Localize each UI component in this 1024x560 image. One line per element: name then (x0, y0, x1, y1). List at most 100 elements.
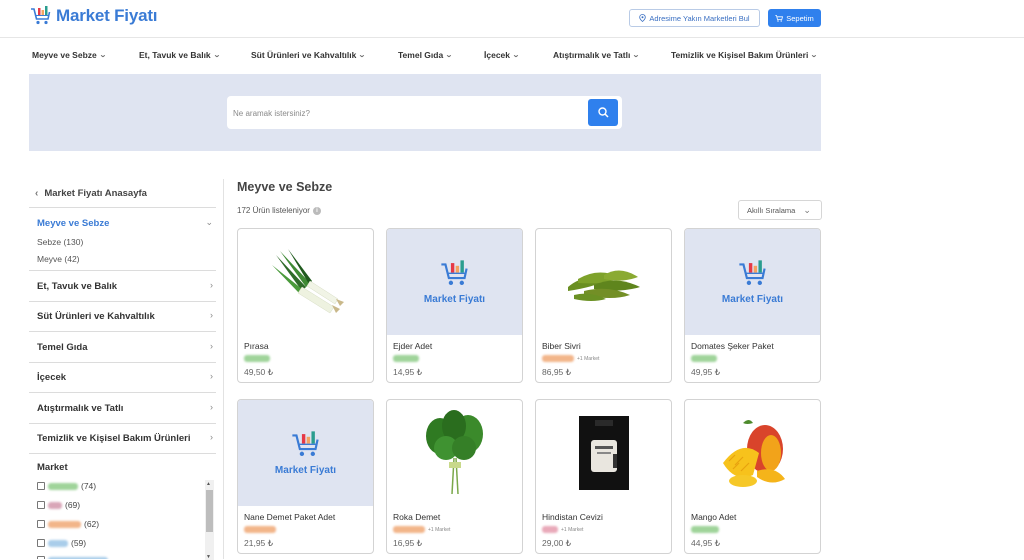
nav-item-label: Et, Tavuk ve Balık (139, 50, 211, 60)
nav-item-label: Süt Ürünleri ve Kahvaltılık (251, 50, 357, 60)
product-name: Mango Adet (691, 512, 737, 522)
product-card[interactable]: Market Fiyatı Ejder Adet 14,95 ₺ (386, 228, 523, 383)
product-count: 172 Ürün listeleniyor i (237, 206, 321, 215)
sort-select-value: Akıllı Sıralama (747, 205, 796, 215)
sidebar-item-icecek[interactable]: İçecek (37, 372, 66, 383)
sidebar-item-atistirmalik[interactable]: Atıştırmalık ve Tatlı (37, 403, 123, 414)
product-card[interactable]: Roka Demet +1 Market 16,95 ₺ (386, 399, 523, 554)
chevron-down-icon: ⌄ (632, 52, 641, 59)
product-image-green-peppers (536, 229, 671, 335)
sidebar-subitem-meyve[interactable]: Meyve (42) (37, 254, 80, 264)
placeholder-logo-text: Market Fiyatı (274, 464, 337, 476)
market-logo (244, 355, 270, 362)
market-checkbox[interactable] (37, 482, 45, 490)
scroll-thumb[interactable] (206, 490, 213, 532)
product-name: Pırasa (244, 341, 269, 351)
search-input[interactable] (233, 105, 573, 121)
cart-logo-icon (291, 430, 319, 456)
cart-logo-icon (738, 259, 766, 285)
sidebar-subitem-sebze[interactable]: Sebze (130) (37, 237, 83, 247)
market-filter-option[interactable]: (69) (37, 500, 80, 510)
product-card[interactable]: Biber Sivri +1 Market 86,95 ₺ (535, 228, 672, 383)
market-count: (69) (65, 500, 81, 510)
market-filter-option[interactable]: (62) (37, 519, 99, 529)
search-button[interactable] (588, 99, 618, 126)
market-filter-option[interactable]: (59) (37, 538, 86, 548)
market-count: (74) (81, 481, 97, 491)
chevron-down-icon: ⌄ (358, 52, 367, 59)
sort-select[interactable]: Akıllı Sıralama ⌄ (738, 200, 822, 220)
home-back-label: Market Fiyatı Anasayfa (44, 188, 147, 199)
cart-button[interactable]: Sepetim (768, 9, 821, 27)
market-count: (62) (84, 519, 100, 529)
product-name: Ejder Adet (393, 341, 433, 351)
home-back-link[interactable]: ‹ Market Fiyatı Anasayfa (35, 188, 147, 199)
product-price: 49,50 ₺ (244, 367, 274, 377)
product-card[interactable]: Pırasa 49,50 ₺ (237, 228, 374, 383)
market-count: (59) (71, 538, 87, 548)
cart-logo-icon (31, 6, 51, 25)
sidebar-divider (29, 362, 216, 363)
find-nearby-markets-button[interactable]: Adresime Yakın Marketleri Bul (629, 9, 760, 27)
product-name: Hindistan Cevizi (542, 512, 603, 522)
info-icon[interactable]: i (312, 206, 321, 215)
sidebar-item-temel-gida[interactable]: Temel Gıda (37, 342, 88, 353)
cart-logo-icon (440, 259, 468, 285)
chevron-down-icon: ⌄ (98, 52, 107, 59)
nav-item-meyve-sebze[interactable]: Meyve ve Sebze ⌄ (32, 50, 106, 60)
product-markets (691, 526, 719, 533)
nav-item-label: Temel Gıda (398, 50, 444, 60)
sidebar-divider (29, 331, 216, 332)
sidebar-item-meyve-sebze[interactable]: Meyve ve Sebze (37, 218, 109, 229)
sidebar-divider (29, 423, 216, 424)
product-image-placeholder: Market Fiyatı (685, 229, 820, 335)
nav-item-temel-gida[interactable]: Temel Gıda ⌄ (398, 50, 453, 60)
sidebar-divider (29, 392, 216, 393)
market-list-scrollbar[interactable]: ▲ ▼ (205, 480, 214, 560)
chevron-right-icon: › (210, 341, 213, 351)
market-checkbox[interactable] (37, 501, 45, 509)
market-logo (48, 501, 62, 509)
product-image-coconut-pack (536, 400, 671, 506)
scroll-down-icon[interactable]: ▼ (206, 554, 211, 560)
nav-item-label: Temizlik ve Kişisel Bakım Ürünleri (671, 50, 809, 60)
market-logo (48, 539, 68, 547)
chevron-down-icon: ⌄ (445, 52, 453, 59)
market-checkbox[interactable] (37, 520, 45, 528)
sidebar-divider (29, 453, 216, 454)
logo[interactable]: Market Fiyatı (30, 6, 158, 26)
more-markets-label: +1 Market (428, 526, 451, 533)
chevron-down-icon: ⌄ (212, 52, 221, 59)
nav-item-icecek[interactable]: İçecek ⌄ (484, 50, 520, 60)
sidebar-item-temizlik[interactable]: Temizlik ve Kişisel Bakım Ürünleri (37, 433, 190, 444)
scroll-up-icon[interactable]: ▲ (206, 481, 211, 487)
market-filter-list: (74) (69) (62) (59) (37, 478, 207, 559)
product-markets (691, 355, 717, 362)
nav-item-et-tavuk-balik[interactable]: Et, Tavuk ve Balık ⌄ (139, 50, 220, 60)
product-card[interactable]: Mango Adet 44,95 ₺ (684, 399, 821, 554)
cart-icon (775, 14, 784, 22)
product-image-leek (238, 229, 373, 335)
market-filter-option[interactable]: (74) (37, 481, 96, 491)
product-price: 29,00 ₺ (542, 538, 572, 548)
nav-item-temizlik[interactable]: Temizlik ve Kişisel Bakım Ürünleri ⌄ (671, 50, 818, 60)
search-icon (597, 107, 609, 118)
product-card[interactable]: Market Fiyatı Domates Şeker Paket 49,95 … (684, 228, 821, 383)
product-card[interactable]: Hindistan Cevizi +1 Market 29,00 ₺ (535, 399, 672, 554)
product-markets: +1 Market (393, 526, 450, 533)
placeholder-logo-text: Market Fiyatı (423, 293, 486, 305)
market-checkbox[interactable] (37, 539, 45, 547)
sidebar-item-sut-urunleri[interactable]: Süt Ürünleri ve Kahvaltılık (37, 311, 155, 322)
product-image-arugula (387, 400, 522, 506)
search-box (227, 96, 622, 129)
product-card[interactable]: Market Fiyatı Nane Demet Paket Adet 21,9… (237, 399, 374, 554)
market-logo (393, 355, 419, 362)
product-markets (244, 526, 276, 533)
nav-item-sut-urunleri[interactable]: Süt Ürünleri ve Kahvaltılık ⌄ (251, 50, 367, 60)
chevron-down-icon[interactable]: ⌄ (205, 217, 213, 228)
product-image-mango (685, 400, 820, 506)
chevron-right-icon: › (210, 310, 213, 320)
mango-image (722, 420, 785, 487)
nav-item-atistirmalik[interactable]: Atıştırmalık ve Tatlı ⌄ (553, 50, 641, 60)
sidebar-item-et-tavuk-balik[interactable]: Et, Tavuk ve Balık (37, 281, 117, 292)
